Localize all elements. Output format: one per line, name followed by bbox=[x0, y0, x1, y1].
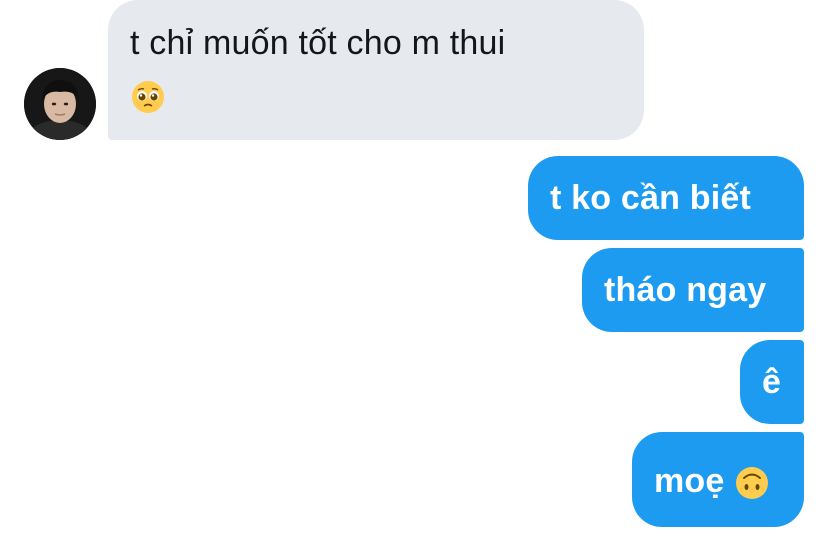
outgoing-message-bubble[interactable]: ê bbox=[740, 340, 804, 424]
outgoing-message-bubble[interactable]: tháo ngay bbox=[582, 248, 804, 332]
sender-avatar[interactable] bbox=[24, 68, 96, 140]
avatar-photo bbox=[24, 68, 96, 140]
outgoing-message-bubble[interactable]: moẹ bbox=[632, 432, 804, 527]
outgoing-message-text: tháo ngay bbox=[604, 271, 767, 309]
upside-down-face-icon bbox=[734, 465, 770, 501]
pleading-face-icon bbox=[130, 79, 166, 115]
incoming-message-bubble[interactable]: t chỉ muốn tốt cho m thui bbox=[108, 0, 644, 140]
conversation-view: t chỉ muốn tốt cho m thui t ko cần biết … bbox=[0, 0, 828, 533]
incoming-message-text: t chỉ muốn tốt cho m thui bbox=[130, 24, 506, 62]
outgoing-message-text: moẹ bbox=[654, 462, 725, 500]
outgoing-message-bubble[interactable]: t ko cần biết bbox=[528, 156, 804, 240]
outgoing-message-text: ê bbox=[762, 363, 782, 401]
outgoing-message-text: t ko cần biết bbox=[550, 179, 751, 217]
